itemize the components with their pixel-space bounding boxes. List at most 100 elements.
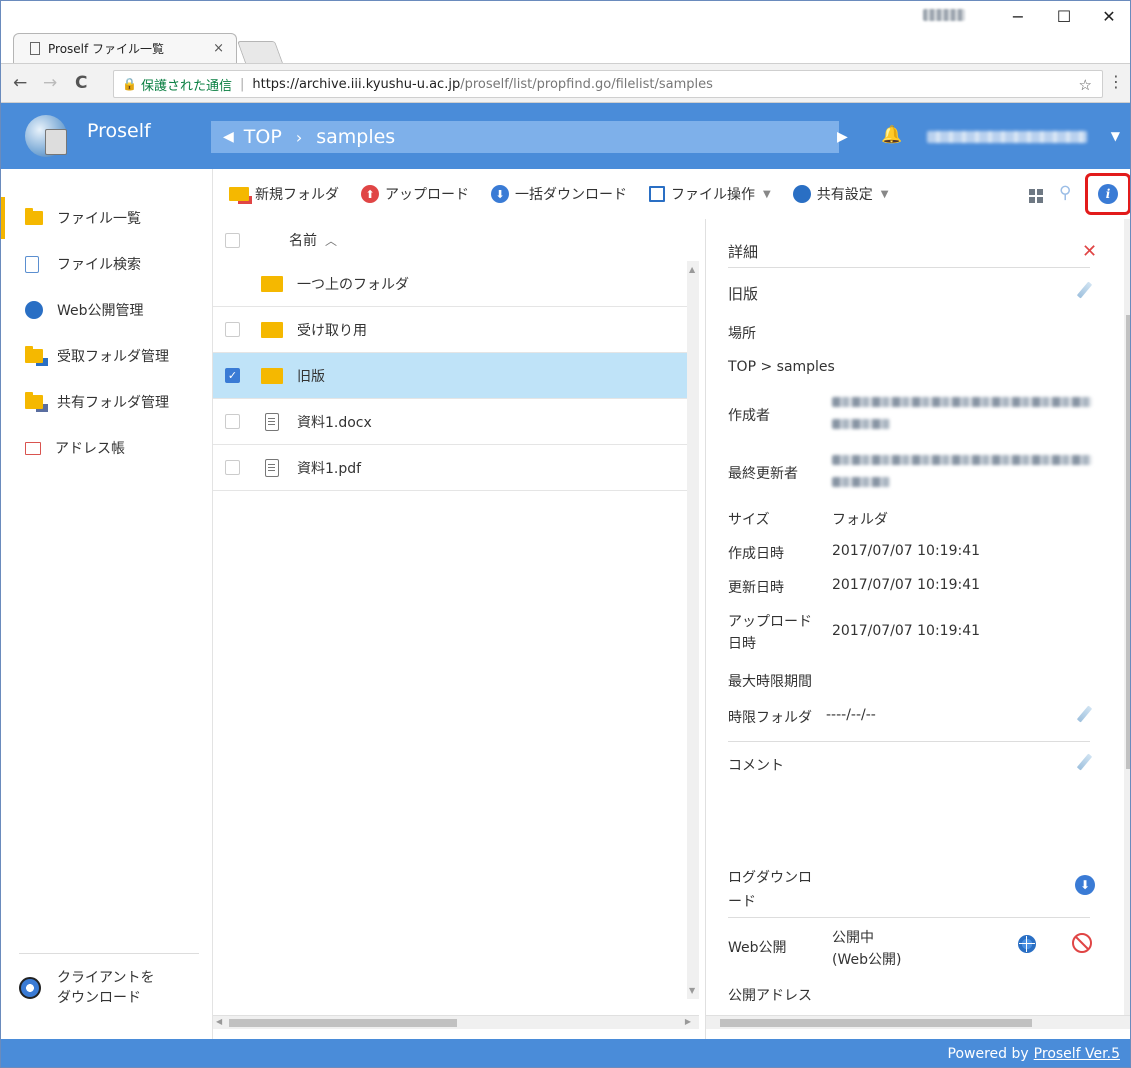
upload-button[interactable]: ⬆ アップロード	[361, 184, 469, 204]
divider	[728, 917, 1090, 918]
user-menu-caret-icon[interactable]: ▼	[1111, 129, 1120, 143]
sidebar-item-shared-folder[interactable]: 共有フォルダ管理	[1, 381, 213, 423]
bulk-download-button[interactable]: ⬇ 一括ダウンロード	[491, 184, 627, 204]
upload-date-label-2: 日時	[728, 636, 756, 652]
divider	[728, 267, 1090, 268]
size-value: フォルダ	[832, 512, 888, 528]
minimize-button[interactable]: −	[995, 1, 1041, 31]
document-icon	[265, 412, 279, 431]
forward-button[interactable]: →	[43, 73, 57, 93]
grid-view-icon[interactable]	[1029, 189, 1043, 203]
new-folder-label: 新規フォルダ	[255, 187, 339, 203]
breadcrumb-top[interactable]: TOP	[244, 126, 282, 148]
file-list-horizontal-scrollbar[interactable]: ◀ ▶	[213, 1015, 699, 1029]
new-tab-button[interactable]	[236, 41, 284, 63]
edit-comment-pencil-icon[interactable]	[1076, 755, 1092, 771]
scroll-thumb[interactable]	[229, 1019, 457, 1027]
sidebar-item-file-list[interactable]: ファイル一覧	[1, 197, 213, 239]
lock-icon: 🔒	[122, 77, 137, 91]
scroll-thumb[interactable]	[1126, 315, 1130, 769]
breadcrumb: ◀ TOP › samples	[211, 121, 839, 153]
info-icon[interactable]: i	[1098, 184, 1118, 204]
file-operations-label: ファイル操作	[671, 187, 755, 203]
row-checkbox[interactable]	[225, 460, 240, 475]
scroll-thumb[interactable]	[720, 1019, 1032, 1027]
detail-title: 詳細	[728, 243, 759, 261]
log-download-label: ログダウンロ	[728, 870, 812, 886]
notification-bell-icon[interactable]: 🔔	[881, 125, 902, 145]
file-list-vertical-scrollbar[interactable]: ▲ ▼	[687, 261, 699, 999]
close-detail-icon[interactable]: ✕	[1082, 241, 1097, 262]
share-settings-label: 共有設定	[816, 187, 873, 203]
client-download-line-2: ダウンロード	[57, 990, 141, 1006]
sidebar-item-label: アドレス帳	[55, 441, 125, 457]
bookmark-star-icon[interactable]: ☆	[1079, 76, 1092, 94]
maximize-button[interactable]: ☐	[1041, 1, 1087, 31]
file-row[interactable]: 受け取り用	[213, 307, 687, 353]
toolbar: 新規フォルダ ⬆ アップロード ⬇ 一括ダウンロード ファイル操作 ▼ 共有設定…	[213, 169, 1130, 219]
sidebar-item-address-book[interactable]: アドレス帳	[1, 427, 213, 469]
breadcrumb-samples[interactable]: samples	[316, 126, 395, 148]
file-list: 名前 ︿ 一つ上のフォルダ 受け取り用 ✓ 旧版 資料1.docx 資料1.pd…	[213, 219, 699, 1039]
select-all-checkbox[interactable]	[225, 232, 240, 248]
sidebar-item-label: ファイル一覧	[57, 211, 141, 227]
sidebar-item-file-search[interactable]: ファイル検索	[1, 243, 213, 285]
user-name-blurred[interactable]	[927, 131, 1087, 143]
row-checkbox-checked[interactable]: ✓	[225, 368, 240, 383]
chevron-down-icon: ▼	[763, 188, 771, 200]
file-row-parent[interactable]: 一つ上のフォルダ	[213, 261, 687, 307]
secure-label: 保護された通信	[140, 78, 232, 94]
sidebar-item-label: ファイル検索	[57, 257, 141, 273]
browser-menu-icon[interactable]: ⋮	[1108, 72, 1124, 91]
file-operations-menu[interactable]: ファイル操作 ▼	[649, 184, 771, 204]
file-search-icon	[25, 255, 39, 273]
search-icon[interactable]: ⚲	[1059, 183, 1071, 203]
sidebar-item-web-publish[interactable]: Web公開管理	[1, 289, 213, 331]
file-row[interactable]: 資料1.pdf	[213, 445, 687, 491]
client-download-button[interactable]: クライアントを ダウンロード	[19, 953, 199, 1008]
sidebar-item-label: 共有フォルダ管理	[57, 395, 169, 411]
globe-icon	[25, 301, 43, 319]
row-checkbox[interactable]	[225, 414, 240, 429]
sidebar-item-receive-folder[interactable]: 受取フォルダ管理	[1, 335, 213, 377]
detail-item-name: 旧版	[728, 285, 759, 303]
url-input[interactable]: 🔒 保護された通信 | https://archive.iii.kyushu-u…	[113, 70, 1103, 98]
file-row[interactable]: 資料1.docx	[213, 399, 687, 445]
file-row-selected[interactable]: ✓ 旧版	[213, 353, 687, 399]
public-address-label: 公開アドレス	[728, 988, 812, 1004]
tab-strip: Proself ファイル一覧 × − ☐ ✕	[1, 1, 1130, 67]
proself-logo[interactable]: Proself	[25, 115, 151, 157]
edit-name-pencil-icon[interactable]	[1076, 283, 1092, 299]
scroll-right-icon[interactable]: ▶	[685, 1017, 691, 1026]
creator-value-blurred	[832, 397, 1092, 407]
powered-by-text: Powered by	[947, 1046, 1029, 1062]
scroll-up-icon[interactable]: ▲	[689, 265, 695, 274]
edit-time-folder-pencil-icon[interactable]	[1076, 707, 1092, 723]
row-checkbox[interactable]	[225, 322, 240, 337]
upload-label: アップロード	[385, 187, 469, 203]
log-download-icon[interactable]: ⬇	[1075, 875, 1095, 895]
tab-close-icon[interactable]: ×	[213, 41, 224, 56]
scroll-down-icon[interactable]: ▼	[689, 986, 695, 995]
time-folder-value: ----/--/--	[826, 707, 876, 723]
detail-vertical-scrollbar[interactable]	[1124, 219, 1130, 1019]
sidebar: ファイル一覧 ファイル検索 Web公開管理 受取フォルダ管理 共有フォルダ管理 …	[1, 169, 213, 1039]
back-button[interactable]: ←	[13, 73, 27, 93]
scroll-left-icon[interactable]: ◀	[216, 1017, 222, 1026]
breadcrumb-prev-icon[interactable]: ◀	[223, 129, 234, 145]
stop-publish-icon[interactable]	[1072, 933, 1092, 953]
browser-tab[interactable]: Proself ファイル一覧 ×	[13, 33, 237, 63]
sort-asc-icon[interactable]: ︿	[325, 232, 337, 249]
close-window-button[interactable]: ✕	[1086, 1, 1130, 31]
share-settings-menu[interactable]: 共有設定 ▼	[792, 184, 889, 204]
client-download-line-1: クライアントを	[57, 970, 155, 986]
reload-button[interactable]: C	[75, 73, 87, 93]
column-name-header[interactable]: 名前	[289, 230, 317, 250]
proself-version-link[interactable]: Proself Ver.5	[1034, 1046, 1120, 1062]
web-publish-globe-icon[interactable]	[1018, 935, 1036, 953]
new-folder-button[interactable]: 新規フォルダ	[229, 184, 339, 204]
chevron-down-icon: ▼	[880, 188, 889, 200]
web-publish-label: Web公開	[728, 940, 787, 956]
breadcrumb-next-icon[interactable]: ▶	[837, 129, 848, 145]
detail-horizontal-scrollbar[interactable]	[706, 1015, 1130, 1029]
